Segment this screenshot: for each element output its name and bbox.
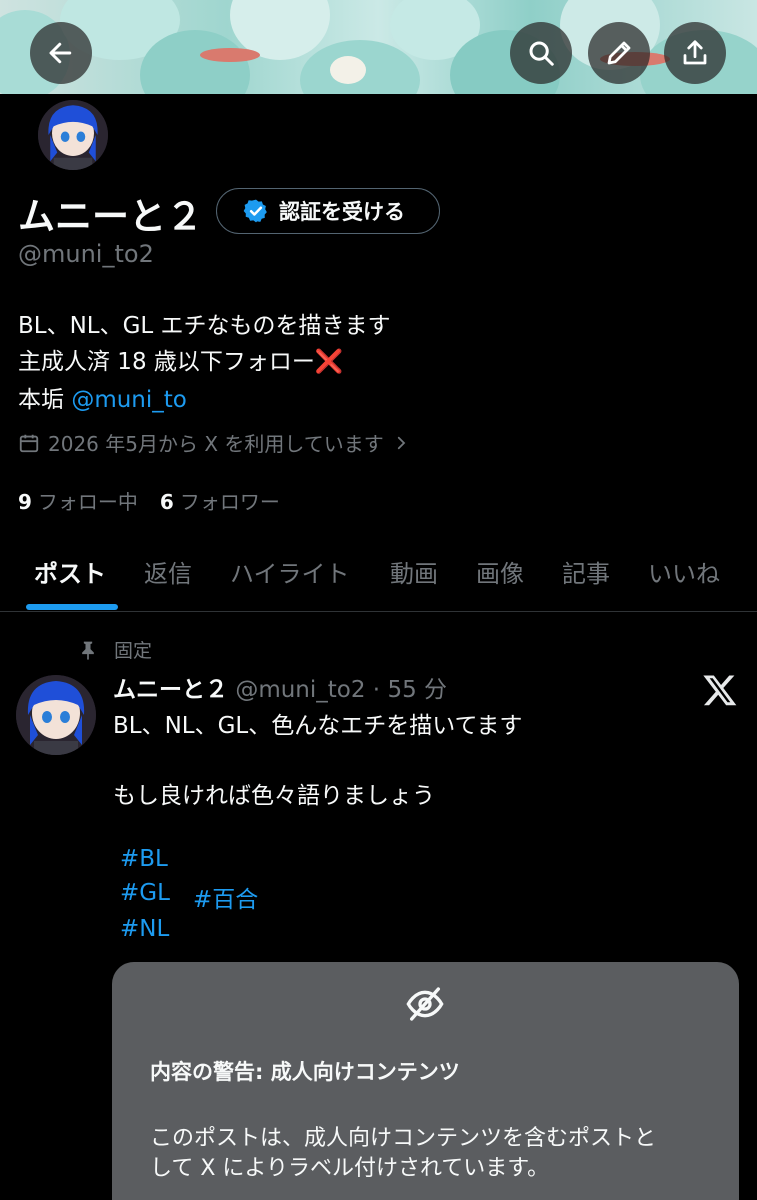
tab-images[interactable]: 画像 — [476, 554, 524, 589]
post-separator: · — [365, 677, 388, 703]
hashtag-link[interactable]: #NL — [120, 916, 169, 942]
warning-body-line-1: このポストは、成人向けコンテンツを含むポストと — [150, 1126, 657, 1151]
back-arrow-icon — [49, 42, 72, 64]
pin-icon — [82, 641, 94, 660]
content-warning[interactable]: 内容の警告: 成人向けコンテンツ このポストは、成人向けコンテンツを含むポストと… — [112, 962, 739, 1200]
followers-link[interactable]: 6 フォロワー — [160, 486, 280, 515]
bio-line-3: 本垢 @muni_to — [18, 380, 187, 414]
verify-label: 認証を受ける — [279, 200, 405, 224]
back-button[interactable] — [30, 22, 92, 84]
share-icon — [683, 40, 707, 65]
calendar-icon — [19, 434, 39, 452]
tab-posts[interactable]: ポスト — [34, 554, 106, 589]
post-author-name[interactable]: ムニーと２ — [113, 677, 228, 703]
bio-line-2: 主成人済 18 歳以下フォロー❌ — [18, 342, 344, 376]
search-icon — [529, 41, 554, 66]
pencil-icon — [607, 41, 631, 65]
profile-handle: @muni_to2 — [18, 240, 154, 268]
profile-tabs: ポスト 返信 ハイライト 動画 画像 記事 いいね — [0, 540, 757, 612]
profile-avatar[interactable] — [34, 96, 112, 174]
bio-line-3-prefix: 本垢 — [18, 387, 72, 413]
x-logo-icon[interactable] — [702, 672, 738, 708]
following-count: 9 — [18, 490, 32, 514]
tab-likes[interactable]: いいね — [648, 554, 720, 589]
followers-label: フォロワー — [179, 490, 280, 514]
post-line-1: BL、NL、GL、色んなエチを描いてます — [113, 713, 523, 739]
tab-articles[interactable]: 記事 — [562, 554, 610, 589]
verify-button[interactable]: 認証を受ける — [216, 188, 440, 234]
avatar-illustration — [16, 675, 96, 755]
main-account-link[interactable]: @muni_to — [71, 387, 187, 413]
eye-slash-icon — [406, 987, 444, 1021]
cross-mark-icon: ❌ — [314, 349, 344, 375]
pinned-label: 固定 — [114, 640, 153, 662]
profile-name: ムニーと２ — [18, 195, 203, 238]
post-time[interactable]: 55 分 — [387, 677, 447, 703]
followers-count: 6 — [159, 490, 174, 514]
tab-videos[interactable]: 動画 — [390, 554, 438, 589]
warning-body-line-2: して X によりラベル付けされています。 — [150, 1156, 550, 1181]
post-line-2: もし良ければ色々語りましょう — [113, 783, 435, 809]
following-label: フォロー中 — [37, 490, 138, 514]
tab-replies[interactable]: 返信 — [144, 554, 192, 589]
post-author-avatar[interactable] — [16, 675, 96, 755]
pinned-indicator: 固定 — [78, 636, 152, 663]
warning-title: 内容の警告: 成人向けコンテンツ — [150, 1060, 460, 1084]
share-button[interactable] — [664, 22, 726, 84]
follow-stats: 9 フォロー中 6 フォロワー — [18, 486, 280, 515]
joined-text: 2026 年5月から X を利用しています — [48, 432, 384, 456]
tab-highlights[interactable]: ハイライト — [230, 554, 350, 589]
bio-line-1: BL、NL、GL エチなものを描きます — [18, 313, 391, 339]
bio-line-2-text: 主成人済 18 歳以下フォロー — [18, 349, 315, 375]
hashtag-link[interactable]: #百合 — [193, 880, 258, 914]
chevron-right-icon[interactable] — [392, 434, 410, 452]
joined-date: 2026 年5月から X を利用しています — [18, 428, 410, 457]
hashtag-link[interactable]: #BL — [120, 846, 168, 872]
search-button[interactable] — [510, 22, 572, 84]
edit-button[interactable] — [588, 22, 650, 84]
post-header: ムニーと２ @muni_to2 · 55 分 — [113, 670, 447, 704]
following-link[interactable]: 9 フォロー中 — [18, 486, 138, 515]
avatar-illustration — [38, 100, 108, 170]
post-author-handle[interactable]: @muni_to2 — [235, 677, 365, 703]
hashtag-link[interactable]: #GL — [120, 880, 170, 906]
active-tab-indicator — [26, 604, 118, 610]
verified-badge-icon — [243, 199, 267, 223]
